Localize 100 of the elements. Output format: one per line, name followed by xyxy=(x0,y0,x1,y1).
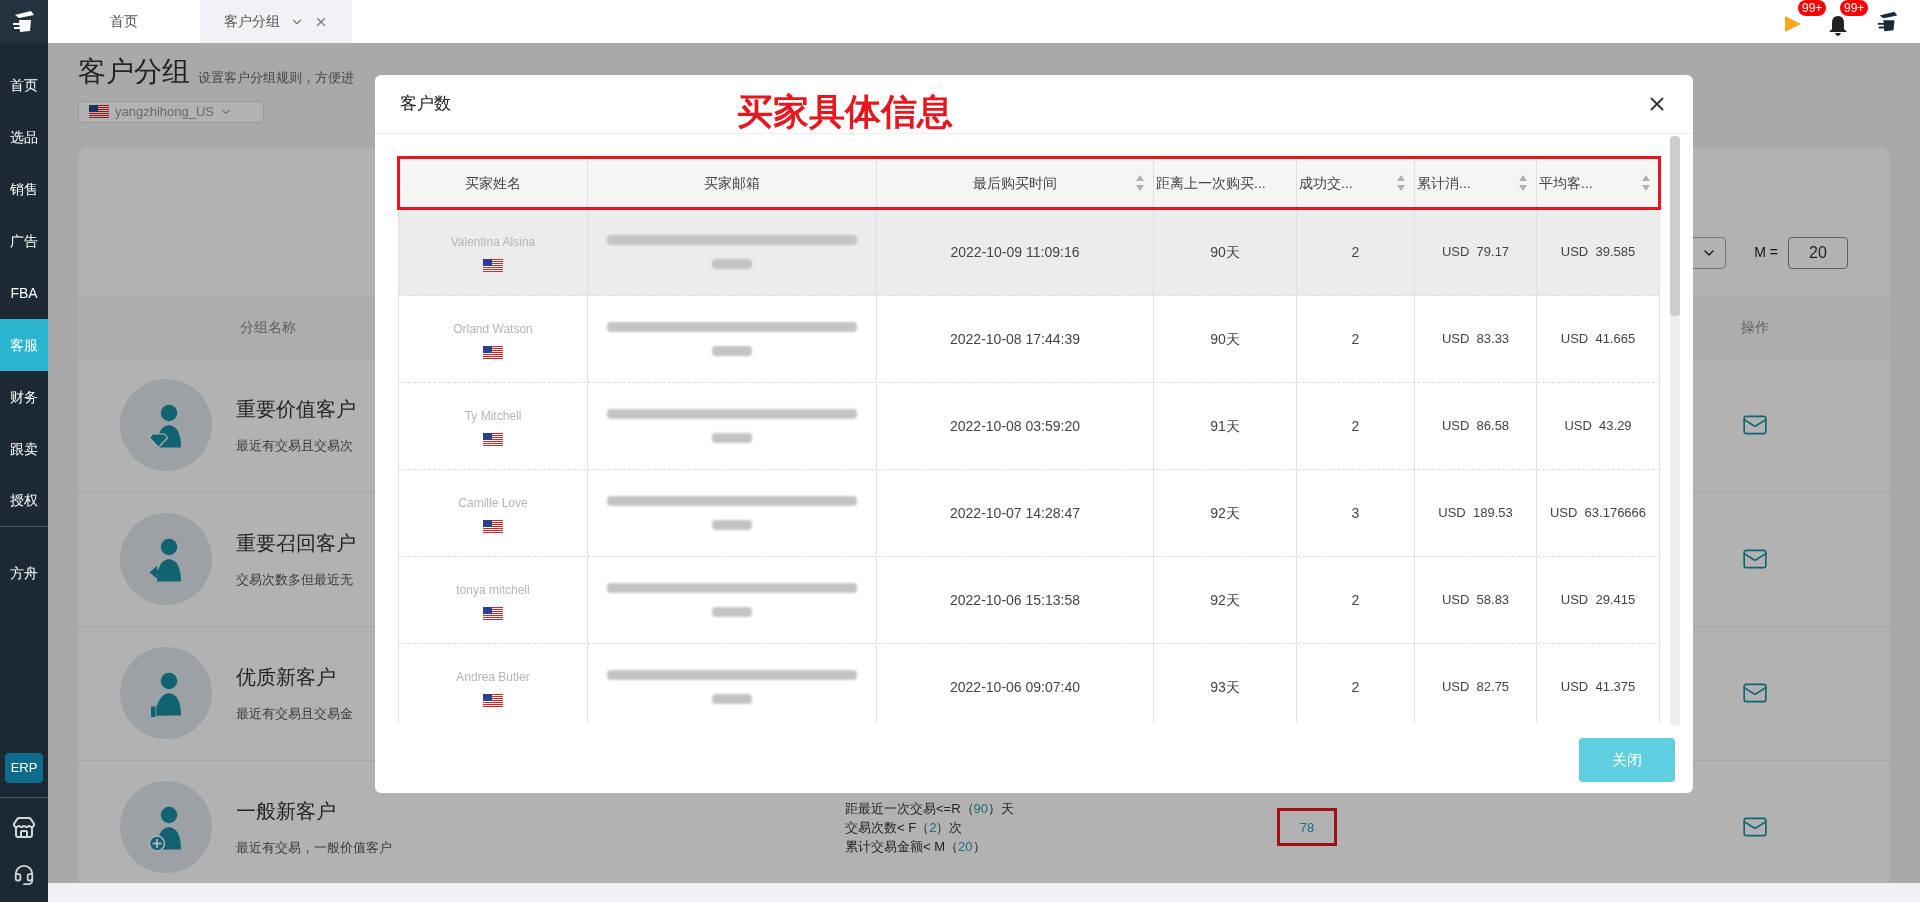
buyer-row[interactable]: tonya mitchell 2022-10-06 15:13:58 92天 2 USD 58.83 USD 29.415 xyxy=(398,557,1660,644)
buyer-name: Ty Mitchell xyxy=(464,407,522,425)
total-spent: USD 189.53 xyxy=(1438,504,1513,523)
sidebar-item[interactable]: 财务 xyxy=(0,371,48,423)
column-label: 最后购买时间 xyxy=(973,173,1057,193)
average-spent: USD 63.176666 xyxy=(1549,504,1647,522)
blurred-email xyxy=(712,694,752,704)
blurred-email xyxy=(712,346,752,356)
blurred-email xyxy=(712,607,752,617)
m-label: M = xyxy=(1754,242,1778,262)
annotation-text: 买家具体信息 xyxy=(737,90,953,134)
column-header: 操作 xyxy=(1740,318,1770,337)
us-flag-icon xyxy=(483,432,503,446)
tab-label[interactable]: 客户分组 xyxy=(224,11,280,32)
days-since: 92天 xyxy=(1210,503,1240,523)
order-count: 2 xyxy=(1351,242,1360,262)
group-description: 最近有交易且交易金 xyxy=(236,705,353,724)
purchase-time: 2022-10-08 03:59:20 xyxy=(950,416,1080,436)
us-flag-icon xyxy=(483,606,503,620)
purchase-time: 2022-10-06 15:13:58 xyxy=(950,590,1080,610)
order-count: 2 xyxy=(1351,590,1360,610)
headset-icon[interactable] xyxy=(13,864,35,886)
buyer-row[interactable]: Ty Mitchell 2022-10-08 03:59:20 91天 2 USD 86.58 USD 43.29 xyxy=(398,383,1660,470)
sidebar-item[interactable]: 销售 xyxy=(0,163,48,215)
buyer-name: tonya mitchell xyxy=(456,581,530,599)
days-since: 90天 xyxy=(1210,329,1240,349)
buyer-name: Andrea Butler xyxy=(456,668,530,686)
notification-badge: 99+ xyxy=(1798,0,1827,16)
column-label: 累计消... xyxy=(1417,173,1471,193)
page-title: 客户分组 xyxy=(78,55,190,89)
group-description: 最近有交易且交易次 xyxy=(236,437,354,456)
sidebar-item[interactable]: 首页 xyxy=(0,59,48,111)
us-flag-icon xyxy=(89,105,109,119)
buyer-row[interactable]: Andrea Butler 2022-10-06 09:07:40 93天 2 USD 82.75 USD 41.375 xyxy=(398,644,1660,722)
total-spent: USD 82.75 xyxy=(1441,678,1510,697)
total-spent: USD 86.58 xyxy=(1441,417,1510,436)
sort-icon[interactable] xyxy=(1135,174,1145,192)
purchase-time: 2022-10-08 17:44:39 xyxy=(950,329,1080,349)
order-count: 2 xyxy=(1351,329,1360,349)
blurred-email xyxy=(712,259,752,269)
average-spent: USD 43.29 xyxy=(1564,417,1632,435)
page-subtitle: 设置客户分组规则，方便进 xyxy=(198,68,354,87)
sidebar-item[interactable]: 广告 xyxy=(0,215,48,267)
store-icon[interactable] xyxy=(12,816,36,840)
logo-icon[interactable] xyxy=(1876,9,1900,34)
notification-badge: 99+ xyxy=(1840,0,1869,16)
blurred-email xyxy=(712,520,752,530)
buyer-row[interactable]: Orland Watson 2022-10-08 17:44:39 90天 2 USD 83.33 USD 41.665 xyxy=(398,296,1660,383)
group-description: 交易次数多但最近无 xyxy=(236,571,354,590)
buyer-row[interactable]: Camille Love 2022-10-07 14:28:47 92天 3 USD 189.53 USD 63.176666 xyxy=(398,470,1660,557)
days-since: 90天 xyxy=(1210,242,1240,262)
order-count: 3 xyxy=(1351,503,1360,523)
days-since: 92天 xyxy=(1210,590,1240,610)
purchase-time: 2022-10-07 14:28:47 xyxy=(950,503,1080,523)
rule-text: 累计交易金额< M（20） xyxy=(845,837,987,856)
average-spent: USD 41.665 xyxy=(1560,330,1636,348)
tab[interactable]: 客户分组 xyxy=(200,0,352,43)
erp-button[interactable]: ERP xyxy=(5,753,43,783)
group-name: 优质新客户 xyxy=(236,665,337,691)
purchase-time: 2022-10-09 11:09:16 xyxy=(950,242,1080,262)
bell-icon[interactable] xyxy=(1828,13,1848,36)
total-spent: USD 79.17 xyxy=(1441,243,1510,262)
us-flag-icon xyxy=(483,693,503,707)
total-spent: USD 83.33 xyxy=(1441,330,1510,349)
days-since: 93天 xyxy=(1210,677,1240,697)
m-input[interactable]: 20 xyxy=(1788,236,1848,269)
order-count: 2 xyxy=(1351,416,1360,436)
average-spent: USD 29.415 xyxy=(1560,591,1636,609)
sidebar-item[interactable]: 选品 xyxy=(0,111,48,163)
buyer-name: Camille Love xyxy=(458,494,528,512)
rule-text: 距最近一次交易<=R（90）天 xyxy=(845,799,1016,818)
group-description: 最近有交易，一般价值客户 xyxy=(236,839,392,858)
tab-label[interactable]: 首页 xyxy=(110,11,138,32)
column-label: 买家邮箱 xyxy=(704,173,760,193)
sidebar-item[interactable]: FBA xyxy=(0,267,48,319)
average-spent: USD 39.585 xyxy=(1560,243,1636,261)
us-flag-icon xyxy=(483,345,503,359)
group-name: 一般新客户 xyxy=(236,799,337,825)
rule-text: 交易次数< F（2）次 xyxy=(845,818,964,837)
sort-icon[interactable] xyxy=(1518,174,1528,192)
column-label: 买家姓名 xyxy=(464,173,521,193)
sidebar-item[interactable]: 方舟 xyxy=(0,547,48,599)
purchase-time: 2022-10-06 09:07:40 xyxy=(950,677,1080,697)
column-label: 成功交... xyxy=(1299,173,1353,193)
blurred-email xyxy=(712,433,752,443)
order-count: 2 xyxy=(1351,677,1360,697)
dialog-title: 客户数 xyxy=(400,93,451,116)
sort-icon[interactable] xyxy=(1641,174,1651,192)
average-spent: USD 41.375 xyxy=(1560,678,1636,696)
sort-icon[interactable] xyxy=(1396,174,1406,192)
us-flag-icon xyxy=(483,258,503,272)
group-name: 重要价值客户 xyxy=(236,397,356,423)
column-label: 平均客... xyxy=(1539,173,1593,193)
logo-icon[interactable] xyxy=(11,8,37,35)
scrollbar[interactable] xyxy=(1670,136,1680,726)
sidebar-item[interactable]: 跟卖 xyxy=(0,423,48,475)
group-name: 重要召回客户 xyxy=(236,531,356,557)
buyer-name: Orland Watson xyxy=(453,320,533,338)
column-label: 距离上一次购买... xyxy=(1156,173,1266,193)
days-since: 91天 xyxy=(1210,416,1240,436)
